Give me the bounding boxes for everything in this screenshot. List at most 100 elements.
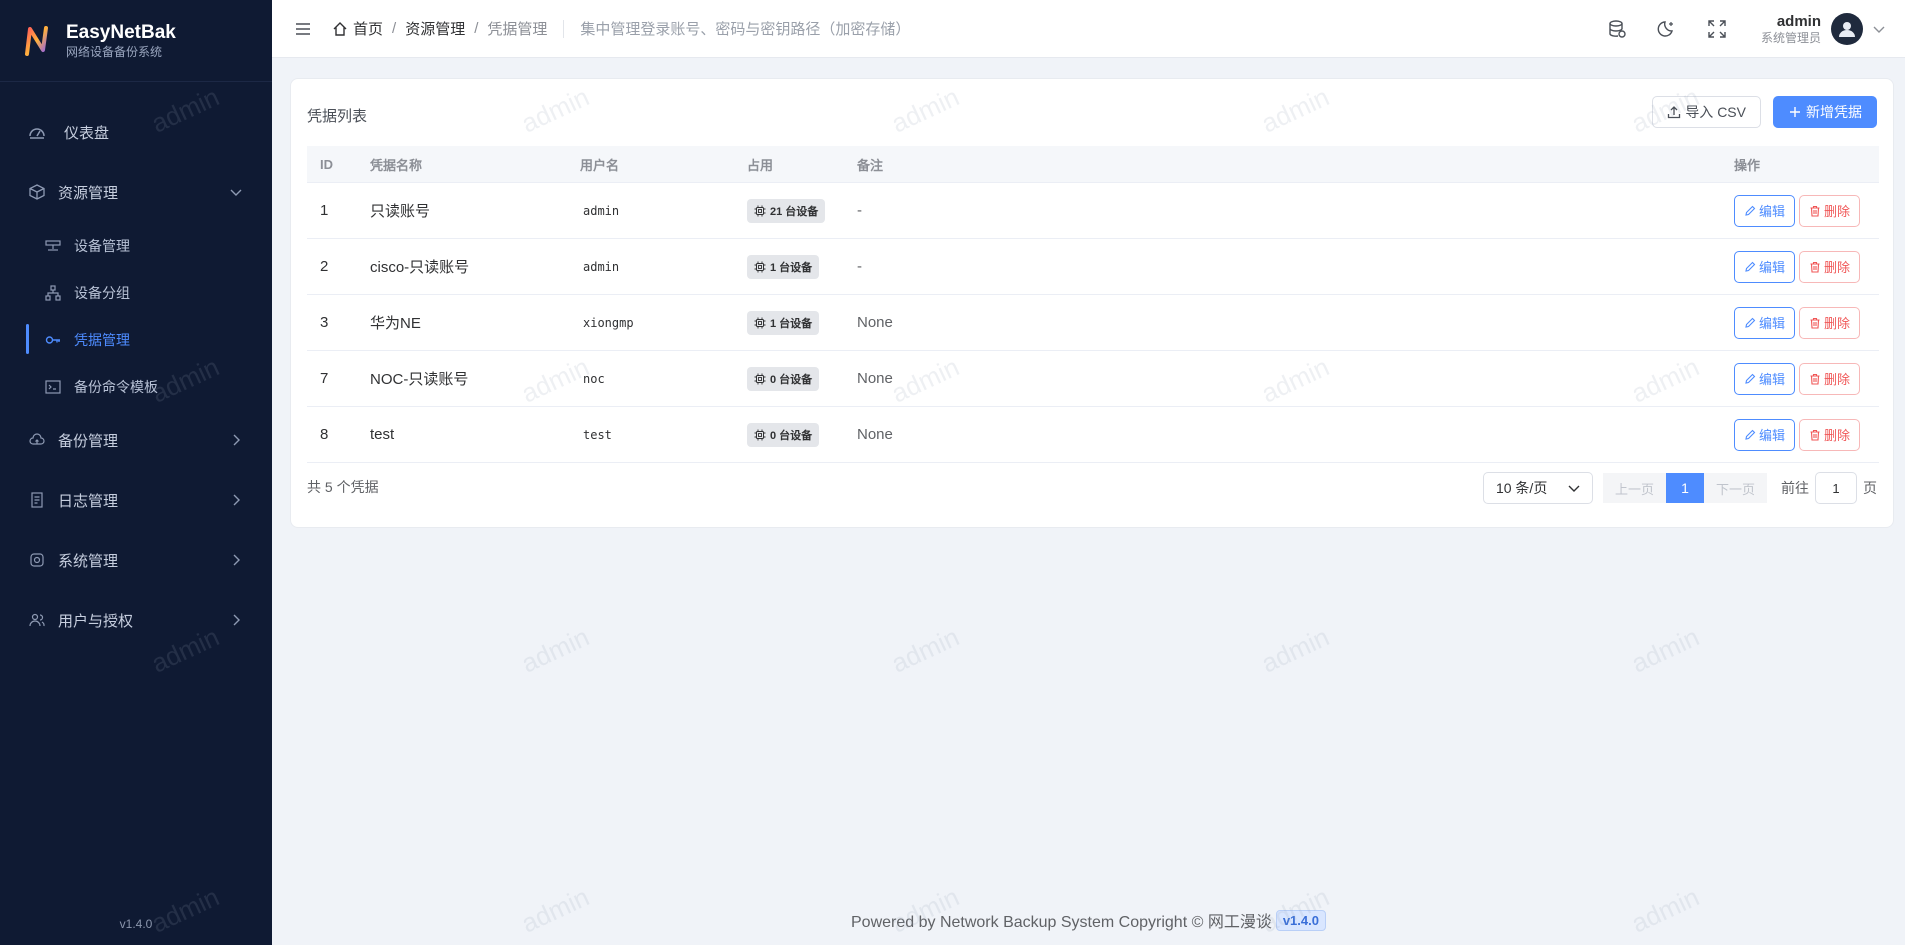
watermark: admin	[1626, 621, 1704, 679]
edit-button[interactable]: 编辑	[1734, 306, 1796, 339]
trash-icon	[1810, 429, 1820, 441]
hierarchy-icon	[44, 284, 62, 302]
sidebar-item-logs[interactable]: 日志管理	[0, 470, 272, 530]
sidebar-item-label: 凭据管理	[74, 331, 130, 348]
trash-icon	[1810, 373, 1820, 385]
sidebar-item-devices[interactable]: 设备管理	[0, 222, 272, 269]
occupy-badge: 0 台设备	[747, 366, 820, 391]
watermark: admin	[516, 621, 594, 679]
sidebar-item-groups[interactable]: 设备分组	[0, 269, 272, 316]
sidebar-item-backup[interactable]: 备份管理	[0, 410, 272, 470]
avatar[interactable]	[1831, 13, 1863, 45]
table-row: 2 cisco-只读账号 admin 1 台设备 - 编辑 删除	[307, 239, 1879, 295]
cell-user: xiongmp	[583, 315, 634, 330]
chip-icon	[754, 317, 766, 328]
edit-button[interactable]: 编辑	[1734, 418, 1796, 451]
footer-text: Powered by Network Backup System Copyrig…	[851, 914, 1272, 931]
add-credential-button[interactable]: 新增凭据	[1773, 96, 1877, 128]
sidebar-item-credentials[interactable]: 凭据管理	[0, 316, 272, 363]
dashboard-icon	[28, 123, 46, 141]
trash-icon	[1810, 205, 1820, 217]
import-csv-button[interactable]: 导入 CSV	[1652, 96, 1761, 128]
breadcrumb-resource[interactable]: 资源管理	[405, 18, 465, 39]
delete-button[interactable]: 删除	[1799, 418, 1861, 451]
delete-button[interactable]: 删除	[1799, 250, 1861, 283]
chevron-down-icon	[230, 189, 242, 196]
terminal-icon	[44, 378, 62, 396]
goto-suffix: 页	[1863, 480, 1877, 496]
edit-button[interactable]: 编辑	[1734, 250, 1796, 283]
occupy-badge: 0 台设备	[747, 422, 820, 447]
sidebar-item-label: 用户与授权	[58, 612, 134, 630]
sidebar-item-system[interactable]: 系统管理	[0, 530, 272, 590]
fullscreen-icon[interactable]	[1707, 19, 1727, 39]
footer: Powered by Network Backup System Copyrig…	[272, 908, 1905, 932]
home-icon	[333, 21, 347, 36]
table-row: 3 华为NE xiongmp 1 台设备 None 编辑 删除	[307, 295, 1879, 351]
goto-prefix: 前往	[1781, 480, 1809, 496]
page-description: 集中管理登录账号、密码与密钥路径（加密存储）	[580, 21, 911, 38]
cell-user: admin	[583, 203, 620, 218]
cell-name: 只读账号	[370, 203, 431, 220]
sidebar-item-templates[interactable]: 备份命令模板	[0, 363, 272, 410]
chevron-down-icon[interactable]	[1873, 23, 1885, 35]
cube-icon	[28, 183, 46, 201]
prev-page-button[interactable]: 上一页	[1602, 473, 1666, 503]
page-size-select[interactable]: 10 条/页	[1482, 472, 1593, 504]
sidebar-item-label: 设备管理	[74, 237, 130, 254]
app-name: EasyNetBak	[66, 21, 176, 43]
delete-button[interactable]: 删除	[1799, 306, 1861, 339]
key-icon	[44, 331, 62, 349]
cell-note: None	[857, 426, 893, 443]
pencil-icon	[1745, 429, 1756, 440]
goto-page-input[interactable]	[1815, 472, 1857, 504]
occupy-badge: 1 台设备	[747, 254, 820, 279]
table-row: 8 test test 0 台设备 None 编辑 删除	[307, 407, 1879, 463]
top-header: 首页 / 资源管理 / 凭据管理 集中管理登录账号、密码与密钥路径（加密存储） …	[272, 0, 1905, 58]
chevron-right-icon	[233, 554, 240, 566]
delete-button[interactable]: 删除	[1799, 362, 1861, 395]
user-info[interactable]: admin 系统管理员	[1761, 13, 1821, 46]
chip-icon	[754, 205, 766, 216]
plus-icon	[1790, 107, 1800, 117]
delete-button[interactable]: 删除	[1799, 194, 1861, 227]
trash-icon	[1810, 261, 1820, 273]
watermark: admin	[1256, 621, 1334, 679]
sidebar-item-users[interactable]: 用户与授权	[0, 590, 272, 650]
cell-name: cisco-只读账号	[370, 259, 470, 276]
header-actions: admin 系统管理员	[1577, 0, 1885, 58]
col-ops: 操作	[1734, 157, 1761, 173]
edit-button[interactable]: 编辑	[1734, 194, 1796, 227]
sidebar-item-resource[interactable]: 资源管理	[0, 162, 272, 222]
table-row: 7 NOC-只读账号 noc 0 台设备 None 编辑 删除	[307, 351, 1879, 407]
chevron-right-icon	[233, 494, 240, 506]
cell-name: NOC-只读账号	[370, 371, 469, 388]
sidebar-item-label: 仪表盘	[64, 124, 110, 142]
col-note: 备注	[857, 157, 884, 173]
breadcrumb-home[interactable]: 首页	[353, 18, 383, 39]
cell-id: 1	[320, 202, 329, 219]
sidebar-item-label: 日志管理	[58, 492, 119, 510]
trash-icon	[1810, 317, 1820, 329]
moon-icon[interactable]	[1657, 19, 1677, 39]
next-page-button[interactable]: 下一页	[1703, 473, 1767, 503]
user-name: admin	[1776, 12, 1821, 30]
cell-user: admin	[583, 259, 620, 274]
sidebar-item-dashboard[interactable]: 仪表盘	[0, 102, 272, 162]
chip-icon	[754, 261, 766, 272]
menu-toggle-icon[interactable]	[294, 20, 312, 38]
pencil-icon	[1745, 317, 1756, 328]
page-number-1[interactable]: 1	[1665, 473, 1704, 503]
watermark: admin	[886, 621, 964, 679]
database-icon[interactable]	[1607, 19, 1627, 39]
cell-name: test	[370, 426, 395, 443]
card-title: 凭据列表	[307, 108, 368, 125]
cell-note: -	[857, 258, 862, 275]
col-id: ID	[320, 156, 333, 172]
col-user: 用户名	[580, 157, 620, 173]
server-icon	[44, 237, 62, 255]
cell-id: 7	[320, 370, 329, 387]
edit-button[interactable]: 编辑	[1734, 362, 1796, 395]
sidebar-item-label: 备份管理	[58, 432, 119, 450]
col-name: 凭据名称	[370, 157, 423, 173]
